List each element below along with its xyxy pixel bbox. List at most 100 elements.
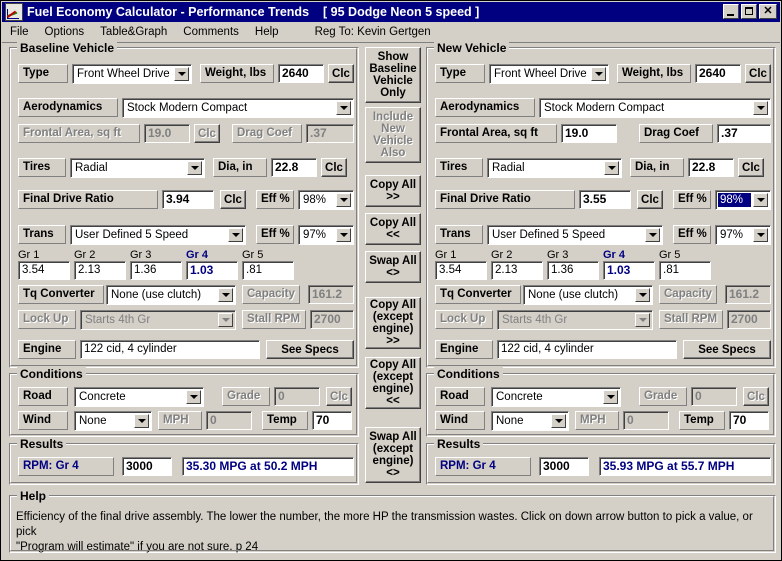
new-capacity-input[interactable]: 161.2 [725,285,771,304]
new-gear-3-input[interactable]: 1.36 [547,261,599,280]
chevron-down-icon[interactable] [218,288,233,302]
baseline-tires-combo[interactable]: Radial [70,158,205,178]
baseline-wind-combo[interactable]: None [74,411,152,431]
baseline-weight-clc-button[interactable]: Clc [328,64,354,83]
new-final-drive-ratio-input[interactable]: 3.55 [579,190,631,209]
new-tq-converter-combo[interactable]: None (use clutch) [523,285,653,305]
new-stall-rpm-input[interactable]: 2700 [727,310,771,329]
new-drag-coef-input[interactable]: .37 [717,124,771,143]
baseline-frontal-area-input[interactable]: 19.0 [144,124,190,143]
baseline-trans-eff-combo[interactable]: 97% [298,225,354,245]
chevron-down-icon[interactable] [174,67,189,81]
new-dia-clc-button[interactable]: Clc [738,158,764,177]
baseline-gear-5-input[interactable]: .81 [242,261,294,280]
baseline-grade-clc-button[interactable]: Clc [326,387,352,406]
baseline-final-drive-eff-combo[interactable]: 98% [298,190,354,210]
new-trans-combo[interactable]: User Defined 5 Speed [487,225,663,245]
chevron-down-icon[interactable] [635,313,650,327]
new-tires-combo[interactable]: Radial [487,158,622,178]
baseline-road-combo[interactable]: Concrete [74,387,204,407]
chevron-down-icon[interactable] [604,161,619,175]
chevron-down-icon[interactable] [336,101,351,115]
baseline-type-combo[interactable]: Front Wheel Drive [72,64,192,84]
baseline-dia-input[interactable]: 22.8 [271,158,317,177]
chevron-down-icon[interactable] [134,414,149,428]
baseline-trans-combo[interactable]: User Defined 5 Speed [70,225,246,245]
baseline-mph-input[interactable]: 0 [206,411,252,430]
new-gear-1-input[interactable]: 3.54 [435,261,487,280]
menu-item-table-graph[interactable]: Table&Graph [92,25,175,39]
baseline-gear-3-input[interactable]: 1.36 [130,261,182,280]
baseline-dia-clc-button[interactable]: Clc [321,158,347,177]
chevron-down-icon[interactable] [336,228,351,242]
chevron-down-icon[interactable] [753,228,768,242]
menu-item-file[interactable]: File [2,25,37,39]
baseline-temp-input[interactable]: 70 [312,411,352,430]
swap-all-button[interactable]: Swap All <> [365,251,421,283]
baseline-aerodynamics-combo[interactable]: Stock Modern Compact [122,98,354,118]
baseline-frontal-area-clc-button[interactable]: Clc [194,124,220,143]
new-engine-input[interactable]: 122 cid, 4 cylinder [497,340,677,359]
new-gear-5-input[interactable]: .81 [659,261,711,280]
new-grade-input[interactable]: 0 [691,387,737,406]
close-button[interactable]: ✕ [759,4,777,19]
baseline-lock-up-combo[interactable]: Starts 4th Gr [80,310,236,330]
chevron-down-icon[interactable] [228,228,243,242]
new-mph-input[interactable]: 0 [623,411,669,430]
chevron-down-icon[interactable] [186,390,201,404]
baseline-gear-2-input[interactable]: 2.13 [74,261,126,280]
new-road-combo[interactable]: Concrete [491,387,621,407]
copy-all-except-engine-right-button[interactable]: Copy All (except engine) >> [365,297,421,349]
new-rpm-input[interactable]: 3000 [539,457,589,476]
menu-item-help[interactable]: Help [247,25,287,39]
chevron-down-icon[interactable] [187,161,202,175]
maximize-button[interactable] [741,4,757,19]
chevron-down-icon[interactable] [753,193,768,207]
copy-all-left-button[interactable]: Copy All << [365,213,421,245]
chevron-down-icon[interactable] [753,101,768,115]
chevron-down-icon[interactable] [635,288,650,302]
baseline-final-drive-ratio-input[interactable]: 3.94 [162,190,214,209]
new-lock-up-combo[interactable]: Starts 4th Gr [497,310,653,330]
include-new-vehicle-also-button[interactable]: Include New Vehicle Also [365,107,421,163]
baseline-weight-input[interactable]: 2640 [278,64,324,83]
new-type-combo[interactable]: Front Wheel Drive [489,64,609,84]
new-temp-input[interactable]: 70 [729,411,769,430]
menu-item-options[interactable]: Options [37,25,93,39]
new-weight-input[interactable]: 2640 [695,64,741,83]
new-gear-4-input[interactable]: 1.03 [603,261,655,280]
minimize-button[interactable] [723,4,739,19]
show-baseline-vehicle-only-button[interactable]: Show Baseline Vehicle Only [365,47,421,103]
new-wind-combo[interactable]: None [491,411,569,431]
baseline-grade-input[interactable]: 0 [274,387,320,406]
copy-all-except-engine-left-button[interactable]: Copy All (except engine) << [365,357,421,409]
swap-all-except-engine-button[interactable]: Swap All (except engine) <> [365,427,421,483]
chevron-down-icon[interactable] [591,67,606,81]
baseline-stall-rpm-input[interactable]: 2700 [310,310,354,329]
baseline-see-specs-button[interactable]: See Specs [266,340,354,359]
chevron-down-icon[interactable] [336,193,351,207]
new-grade-clc-button[interactable]: Clc [743,387,769,406]
new-frontal-area-input[interactable]: 19.0 [561,124,617,143]
menu-item-comments[interactable]: Comments [175,25,247,39]
baseline-gear-1-input[interactable]: 3.54 [18,261,70,280]
new-weight-clc-button[interactable]: Clc [745,64,771,83]
new-dia-input[interactable]: 22.8 [688,158,734,177]
new-trans-eff-combo[interactable]: 97% [715,225,771,245]
chevron-down-icon[interactable] [603,390,618,404]
new-final-drive-eff-combo[interactable]: 98% [715,190,771,210]
new-gear-2-input[interactable]: 2.13 [491,261,543,280]
baseline-drag-coef-input[interactable]: .37 [306,124,354,143]
baseline-engine-input[interactable]: 122 cid, 4 cylinder [80,340,260,359]
new-see-specs-button[interactable]: See Specs [683,340,771,359]
new-final-drive-ratio-clc-button[interactable]: Clc [637,190,663,209]
baseline-rpm-input[interactable]: 3000 [122,457,172,476]
new-aerodynamics-combo[interactable]: Stock Modern Compact [539,98,771,118]
baseline-tq-converter-combo[interactable]: None (use clutch) [106,285,236,305]
baseline-gear-4-input[interactable]: 1.03 [186,261,238,280]
baseline-final-drive-ratio-clc-button[interactable]: Clc [220,190,246,209]
copy-all-right-button[interactable]: Copy All >> [365,175,421,207]
chevron-down-icon[interactable] [218,313,233,327]
baseline-capacity-input[interactable]: 161.2 [308,285,354,304]
chevron-down-icon[interactable] [551,414,566,428]
